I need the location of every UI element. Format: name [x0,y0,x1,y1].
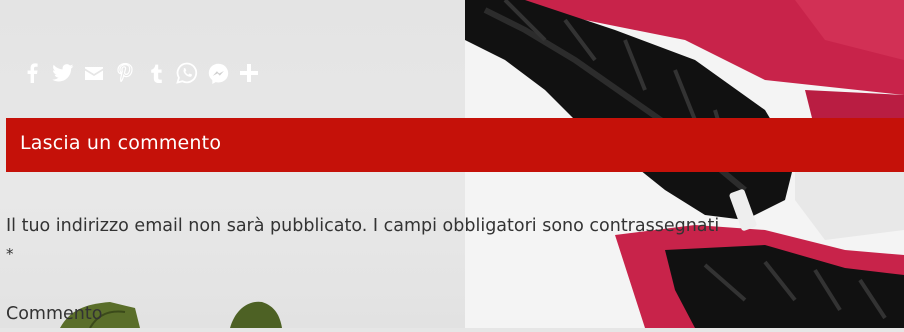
share-email-button[interactable] [80,58,108,88]
messenger-icon [208,63,228,84]
email-icon [85,66,103,80]
share-pinterest-button[interactable] [111,58,139,88]
share-whatsapp-button[interactable] [173,58,201,88]
comment-field-label: Commento [6,304,103,324]
twitter-icon [52,64,74,82]
share-tumblr-button[interactable] [142,58,170,88]
facebook-icon [27,63,38,83]
email-privacy-notice: Il tuo indirizzo email non sarà pubblica… [6,216,720,236]
share-messenger-button[interactable] [204,58,232,88]
share-facebook-button[interactable] [18,58,46,88]
tumblr-icon [151,64,162,83]
share-twitter-button[interactable] [49,58,77,88]
pinterest-icon [117,63,133,83]
whatsapp-icon [176,62,198,84]
share-more-button[interactable] [235,58,263,88]
required-field-marker: * [6,245,14,263]
comment-section-header: Lascia un commento [6,118,904,172]
plus-icon [240,64,258,82]
comment-heading: Lascia un commento [20,132,222,154]
social-share-bar [18,58,266,88]
